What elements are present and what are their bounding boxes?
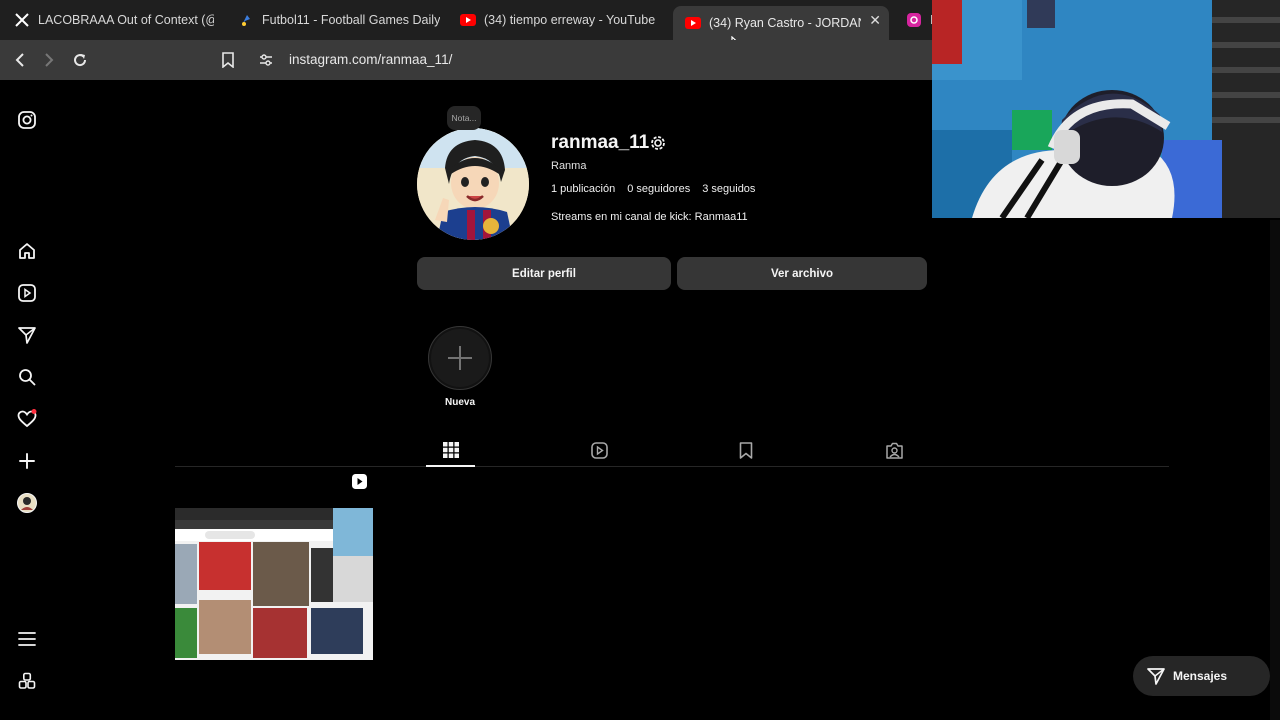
reload-button[interactable]: [70, 50, 90, 70]
profile-avatar-icon[interactable]: [17, 493, 37, 513]
tab-title: Futbol11 - Football Games Daily: [262, 13, 441, 27]
x-icon: [14, 12, 30, 28]
reel-indicator-icon: [352, 474, 367, 489]
profile-stats: 1 publicación 0 seguidores 3 seguidos: [551, 183, 755, 195]
direct-messages-icon: [1147, 668, 1165, 685]
note-bubble[interactable]: Nota...: [447, 106, 481, 130]
reload-icon: [74, 54, 87, 67]
view-archive-button[interactable]: Ver archivo: [677, 257, 927, 290]
settings-gear-icon[interactable]: [649, 134, 667, 152]
site-settings-icon: [260, 54, 272, 66]
post-thumbnail[interactable]: [175, 470, 373, 720]
post-screenshot-image: [175, 508, 373, 660]
back-button[interactable]: [10, 50, 30, 70]
tab-title: (34) tiempo erreway - YouTube: [484, 13, 656, 27]
page-edge: [1270, 220, 1280, 720]
tab-tagged[interactable]: [884, 440, 904, 460]
tab-youtube-erreway[interactable]: (34) tiempo erreway - YouTube: [460, 6, 660, 34]
profile-picture-anime-icon: [417, 128, 529, 240]
new-highlight-label: Nueva: [444, 397, 475, 408]
youtube-icon: [460, 12, 476, 28]
posts-count: 1 publicación: [551, 183, 616, 195]
youtube-icon: [685, 15, 701, 31]
url-field[interactable]: instagram.com/ranmaa_11/: [289, 52, 452, 67]
active-tab-indicator: [426, 465, 475, 467]
notifications-heart-icon[interactable]: [17, 409, 37, 429]
new-highlight-button[interactable]: [428, 326, 492, 390]
more-menu-icon[interactable]: [17, 629, 37, 649]
chevron-right-icon: [45, 53, 54, 67]
tab-saved[interactable]: [736, 440, 756, 460]
bookmark-page-button[interactable]: [218, 50, 238, 70]
bookmark-icon: [739, 441, 753, 459]
also-from-meta-icon[interactable]: [17, 671, 37, 691]
tab-posts-grid[interactable]: [441, 440, 461, 460]
tabs-divider: [175, 466, 1169, 467]
tagged-person-icon: [885, 442, 903, 459]
create-plus-icon[interactable]: [17, 451, 37, 471]
profile-bio: Streams en mi canal de kick: Ranmaa11: [551, 211, 748, 223]
tab-title: (34) Ryan Castro - JORDAN: [709, 16, 861, 30]
edit-profile-button[interactable]: Editar perfil: [417, 257, 671, 290]
messages-button[interactable]: Mensajes: [1133, 656, 1270, 696]
profile-picture[interactable]: [417, 128, 529, 240]
webcam-overlay: [932, 0, 1280, 218]
profile-username: ranmaa_11: [551, 132, 650, 153]
tab-x[interactable]: LACOBRAAA Out of Context (@C: [14, 6, 214, 34]
home-icon[interactable]: [17, 241, 37, 261]
new-highlight-circle: [431, 329, 489, 387]
futbol11-icon: [238, 12, 254, 28]
site-info-button[interactable]: [256, 50, 276, 70]
search-icon[interactable]: [17, 367, 37, 387]
forward-button[interactable]: [39, 50, 59, 70]
chevron-left-icon: [15, 53, 24, 67]
direct-messages-icon[interactable]: [17, 325, 37, 345]
tab-futbol11[interactable]: Futbol11 - Football Games Daily: [238, 6, 448, 34]
instagram-icon: [906, 12, 922, 28]
messages-label: Mensajes: [1173, 669, 1228, 683]
reels-icon[interactable]: [17, 283, 37, 303]
webcam-person-image: [932, 0, 1280, 218]
tab-instagram[interactable]: I: [906, 6, 934, 34]
tab-youtube-ryan-castro[interactable]: (34) Ryan Castro - JORDAN ✕: [673, 6, 889, 40]
reels-icon: [590, 441, 608, 459]
tab-reels[interactable]: [589, 440, 609, 460]
instagram-sidebar: [0, 80, 54, 720]
tab-title: LACOBRAAA Out of Context (@C: [38, 13, 214, 27]
followers-count[interactable]: 0 seguidores: [627, 183, 690, 195]
grid-icon: [443, 442, 459, 458]
following-count[interactable]: 3 seguidos: [702, 183, 755, 195]
instagram-logo-icon[interactable]: [17, 110, 37, 130]
close-tab-icon[interactable]: ✕: [869, 12, 881, 29]
plus-icon: [448, 346, 472, 370]
profile-full-name: Ranma: [551, 160, 587, 172]
bookmark-icon: [222, 52, 234, 68]
